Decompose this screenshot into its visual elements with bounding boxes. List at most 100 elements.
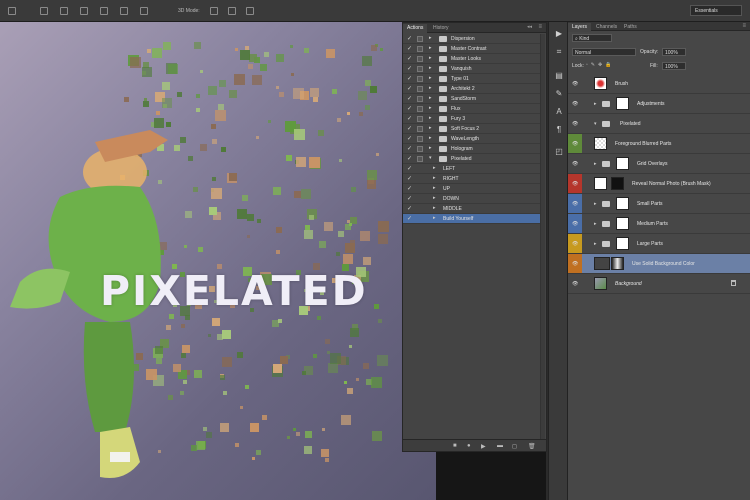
visibility-eye-icon[interactable]: 👁 [572, 241, 578, 247]
check-icon[interactable]: ✓ [407, 35, 412, 42]
action-set-row[interactable]: ✓ ▸ Master Looks [403, 54, 541, 64]
check-icon[interactable]: ✓ [407, 185, 412, 192]
check-icon[interactable]: ✓ [407, 165, 412, 172]
visibility-eye-icon[interactable]: 👁 [572, 81, 578, 87]
check-icon[interactable]: ✓ [407, 155, 412, 162]
align-top-icon[interactable] [40, 7, 48, 15]
visibility-eye-icon[interactable]: 👁 [572, 261, 578, 267]
tab-history[interactable]: History [429, 24, 453, 33]
layer-row[interactable]: 👁 Reveal Normal Photo (Brush Mask) [568, 174, 750, 194]
check-icon[interactable]: ✓ [407, 195, 412, 202]
actions-scrollbar[interactable] [540, 34, 545, 439]
tab-actions[interactable]: Actions [403, 24, 428, 33]
check-icon[interactable]: ✓ [407, 45, 412, 52]
tab-layers[interactable]: Layers [568, 23, 592, 32]
chevron-right-icon[interactable]: ▸ [429, 35, 432, 41]
chevron-right-icon[interactable]: ▸ [429, 85, 432, 91]
action-set-row[interactable]: ✓ ▸ Hologram [403, 144, 541, 154]
action-set-row[interactable]: ✓ ▸ SandStorm [403, 94, 541, 104]
visibility-eye-icon[interactable]: 👁 [572, 201, 578, 207]
dialog-toggle-icon[interactable] [417, 46, 423, 52]
chevron-right-icon[interactable]: ▸ [433, 185, 436, 191]
layer-row[interactable]: 👁 Brush [568, 74, 750, 94]
brush-icon[interactable]: ✎ [553, 88, 565, 100]
3d-pan-icon[interactable] [246, 7, 254, 15]
chevron-right-icon[interactable]: ▸ [594, 221, 597, 227]
play-action-icon[interactable]: ▶ [553, 28, 565, 40]
action-set-row[interactable]: ✓ ▸ Architekt 2 [403, 84, 541, 94]
layer-comps-icon[interactable]: ◰ [553, 146, 565, 158]
character-icon[interactable]: A [553, 106, 565, 118]
chevron-right-icon[interactable]: ▸ [429, 95, 432, 101]
dialog-toggle-icon[interactable] [417, 86, 423, 92]
chevron-right-icon[interactable]: ▸ [429, 75, 432, 81]
align-right-icon[interactable] [140, 7, 148, 15]
chevron-right-icon[interactable]: ▸ [429, 105, 432, 111]
layer-group-row[interactable]: 👁 ▾ Pixelated [568, 114, 750, 134]
tab-channels[interactable]: Channels [592, 23, 621, 32]
check-icon[interactable]: ✓ [407, 75, 412, 82]
action-set-row[interactable]: ✓ ▸ Type 01 [403, 74, 541, 84]
action-set-row[interactable]: ✓ ▸ Dispersion [403, 34, 541, 44]
align-left-icon[interactable] [100, 7, 108, 15]
align-bottom-icon[interactable] [80, 7, 88, 15]
visibility-eye-icon[interactable]: 👁 [572, 181, 578, 187]
chevron-right-icon[interactable]: ▸ [433, 215, 436, 221]
fill-field[interactable]: 100% [662, 62, 686, 70]
action-set-row[interactable]: ✓ ▸ Fury 3 [403, 114, 541, 124]
chevron-down-icon[interactable]: ▾ [594, 121, 597, 127]
check-icon[interactable]: ✓ [407, 115, 412, 122]
dialog-toggle-icon[interactable] [417, 116, 423, 122]
action-set-row[interactable]: ✓ ▸ Soft Focus 2 [403, 124, 541, 134]
action-row[interactable]: ✓ ▸ MIDDLE [403, 204, 541, 214]
check-icon[interactable]: ✓ [407, 125, 412, 132]
chevron-right-icon[interactable]: ▸ [594, 241, 597, 247]
dialog-toggle-icon[interactable] [417, 146, 423, 152]
layer-group-row[interactable]: 👁 ▸ Small Parts [568, 194, 750, 214]
action-row[interactable]: ✓ ▸ RIGHT [403, 174, 541, 184]
action-set-row[interactable]: ✓ ▸ Flux [403, 104, 541, 114]
document-canvas[interactable]: PIXELATED [0, 22, 440, 500]
chevron-right-icon[interactable]: ▸ [594, 161, 597, 167]
delete-icon[interactable]: 🗑 [528, 443, 536, 450]
check-icon[interactable]: ✓ [407, 85, 412, 92]
action-set-row[interactable]: ✓ ▸ Vanquish [403, 64, 541, 74]
paragraph-icon[interactable]: ¶ [553, 124, 565, 136]
layer-row[interactable]: 👁 Background [568, 274, 750, 294]
move-tool-icon[interactable] [8, 7, 16, 15]
check-icon[interactable]: ✓ [407, 65, 412, 72]
action-row[interactable]: ✓ ▸ LEFT [403, 164, 541, 174]
tab-paths[interactable]: Paths [620, 23, 641, 32]
dialog-toggle-icon[interactable] [417, 66, 423, 72]
play-icon[interactable]: ▶ [481, 443, 486, 450]
check-icon[interactable]: ✓ [407, 215, 412, 222]
chevron-right-icon[interactable]: ▸ [429, 65, 432, 71]
chevron-right-icon[interactable]: ▸ [429, 145, 432, 151]
check-icon[interactable]: ✓ [407, 145, 412, 152]
check-icon[interactable]: ✓ [407, 55, 412, 62]
chevron-right-icon[interactable]: ▸ [429, 115, 432, 121]
history-icon[interactable]: ⌗ [553, 46, 565, 58]
layer-group-row[interactable]: 👁 ▸ Medium Parts [568, 214, 750, 234]
dialog-toggle-icon[interactable] [417, 136, 423, 142]
filter-kind-select[interactable]: ⌕ Kind [572, 34, 612, 42]
action-set-row[interactable]: ✓ ▸ WaveLength [403, 134, 541, 144]
layer-group-row[interactable]: 👁 ▸ Grid Overlays [568, 154, 750, 174]
new-action-icon[interactable]: ◻ [512, 443, 517, 450]
chevron-right-icon[interactable]: ▸ [429, 55, 432, 61]
lock-icons[interactable]: ▫✎✥🔒 [586, 62, 614, 70]
dialog-toggle-icon[interactable] [417, 106, 423, 112]
record-icon[interactable]: ● [467, 443, 471, 449]
layer-row[interactable]: 👁 Foreground Blurred Parts [568, 134, 750, 154]
chevron-right-icon[interactable]: ▸ [594, 101, 597, 107]
visibility-eye-icon[interactable]: 👁 [572, 281, 578, 287]
opacity-field[interactable]: 100% [662, 48, 686, 56]
layers-menu-icon[interactable]: ≡ [742, 23, 746, 29]
chevron-right-icon[interactable]: ▸ [429, 135, 432, 141]
check-icon[interactable]: ✓ [407, 175, 412, 182]
chevron-right-icon[interactable]: ▸ [433, 195, 436, 201]
new-set-icon[interactable]: ▬ [497, 443, 503, 449]
dialog-toggle-icon[interactable] [417, 76, 423, 82]
stop-icon[interactable]: ■ [453, 443, 457, 449]
chevron-right-icon[interactable]: ▸ [594, 201, 597, 207]
